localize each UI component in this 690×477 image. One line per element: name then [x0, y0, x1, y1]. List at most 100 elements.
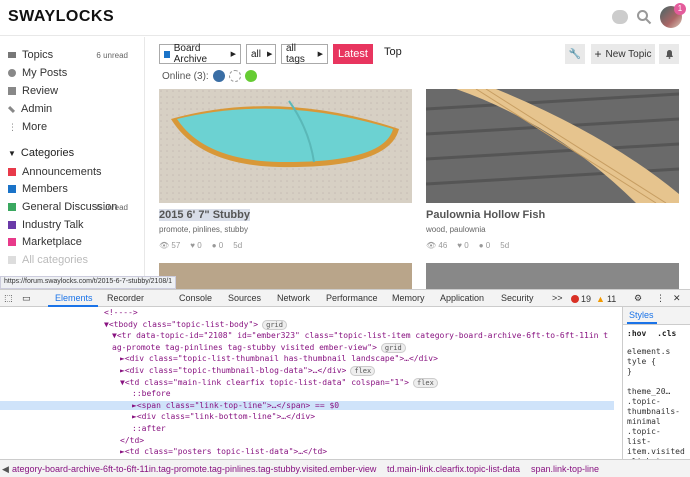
- dom-node-line[interactable]: ►<div class="topic-thumbnail-blog-data">…: [120, 366, 376, 376]
- tab-application[interactable]: Application: [440, 293, 484, 303]
- dom-node-line[interactable]: ▼<tr data-topic-id="2108" id="ember323" …: [112, 331, 608, 340]
- devtools-tabbar: ⬚ ▭ Elements Recorder Console Sources Ne…: [0, 289, 690, 307]
- dom-node-line[interactable]: ::after: [132, 424, 166, 433]
- sidebar-item-review[interactable]: Review: [8, 82, 138, 100]
- chat-icon[interactable]: [612, 10, 628, 24]
- likes-count: 0: [464, 241, 469, 250]
- layout-badge[interactable]: grid: [380, 342, 406, 353]
- tab-sources[interactable]: Sources: [228, 293, 261, 303]
- filter-all-dropdown[interactable]: all ▶: [246, 44, 276, 64]
- dom-node-line[interactable]: ag-promote tag-pinlines tag-stubby visit…: [112, 342, 406, 353]
- likes-stat: ♥ 0: [457, 241, 468, 250]
- topic-title[interactable]: Paulownia Hollow Fish: [426, 209, 545, 221]
- bell-icon[interactable]: [659, 44, 679, 64]
- tab-top[interactable]: Top: [384, 46, 402, 58]
- tab-styles[interactable]: Styles: [629, 310, 654, 320]
- wrench-icon[interactable]: 🔧: [565, 44, 585, 64]
- dom-breadcrumb: ◀ ategory-board-archive-6ft-to-6ft-11in.…: [0, 459, 690, 477]
- user-avatar[interactable]: [212, 70, 225, 82]
- tab-performance[interactable]: Performance: [326, 293, 378, 303]
- sidebar-item-more[interactable]: ⋮ More: [8, 118, 138, 136]
- sidebar-category-all[interactable]: All categories: [8, 251, 138, 269]
- layout-badge[interactable]: flex: [350, 366, 376, 376]
- topic-thumbnail[interactable]: [426, 263, 679, 289]
- sidebar-category-industry-talk[interactable]: Industry Talk: [8, 216, 138, 234]
- hov-toggle[interactable]: :hov: [627, 329, 646, 338]
- dom-node-line[interactable]: ▼<td class="main-link clearfix topic-lis…: [120, 377, 438, 388]
- error-icon: [571, 295, 579, 303]
- more-tabs-icon[interactable]: >>: [552, 293, 563, 303]
- sidebar-category-members[interactable]: Members: [8, 180, 138, 198]
- dom-node-line[interactable]: ►<td class="posters topic-list-data">…</…: [120, 447, 327, 456]
- breadcrumb-arrow-icon[interactable]: ◀: [2, 464, 9, 475]
- sidebar-category-general-discussion[interactable]: General Discussion 6 unread: [8, 198, 138, 216]
- breadcrumb-item[interactable]: ategory-board-archive-6ft-to-6ft-11in.ta…: [12, 464, 376, 474]
- bell-glyph: [665, 50, 673, 59]
- sidebar-categories-header[interactable]: ▼ Categories: [8, 147, 74, 159]
- sidebar-item-admin[interactable]: Admin: [7, 100, 138, 118]
- tab-elements[interactable]: Elements: [55, 293, 93, 303]
- user-avatar[interactable]: [244, 70, 257, 82]
- cls-toggle[interactable]: .cls: [657, 329, 676, 338]
- sidebar-item-label: More: [22, 121, 48, 133]
- layout-badge[interactable]: grid: [262, 319, 287, 330]
- dom-node-text: ►<td class="posters topic-list-data">…</…: [120, 447, 328, 457]
- dom-node-line[interactable]: ►<span class="link-top-line">…</span> ==…: [0, 400, 614, 410]
- dom-node-line[interactable]: ::before: [132, 389, 171, 398]
- search-icon[interactable]: [636, 9, 652, 25]
- topic-tags: promote, pinlines, stubby: [159, 225, 248, 234]
- replies-count: 0: [485, 241, 491, 250]
- layout-badge[interactable]: flex: [412, 377, 438, 388]
- category-color: [8, 203, 16, 211]
- inspect-icon[interactable]: ⬚: [4, 293, 13, 304]
- dom-node-line[interactable]: ▼<tbody class="topic-list-body"> grid: [104, 319, 287, 330]
- styles-pane: Styles :hov .cls element.s tyle {} theme_…: [622, 307, 690, 459]
- sidebar-category-marketplace[interactable]: Marketplace: [8, 233, 138, 251]
- breadcrumb-item[interactable]: td.main-link.clearfix.topic-list-data: [387, 464, 520, 474]
- issues-badge[interactable]: 19 ▲ 11: [571, 294, 616, 304]
- dom-node-line[interactable]: ►<div class="link-bottom-line">…</div>: [132, 412, 315, 421]
- new-topic-button[interactable]: + New Topic: [591, 44, 655, 64]
- user-avatar[interactable]: [228, 70, 241, 82]
- close-icon[interactable]: ✕: [673, 293, 681, 304]
- category-dropdown[interactable]: Board Archive ▶: [159, 43, 241, 65]
- tab-security[interactable]: Security: [501, 293, 534, 303]
- styles-rules: element.s tyle {} theme_20… .topic-thumbna…: [627, 347, 685, 459]
- topic-stats: 👁 57 ♥ 0 ● 0 5d: [159, 241, 242, 250]
- caret-right-icon: ▶: [267, 51, 273, 58]
- topic-thumbnail[interactable]: [426, 89, 679, 203]
- tab-memory[interactable]: Memory: [392, 293, 425, 303]
- sidebar-item-my-posts[interactable]: My Posts: [8, 64, 138, 82]
- error-count: 19: [581, 294, 592, 304]
- replies-count: 0: [218, 241, 224, 250]
- style-rule-line: element.s: [627, 347, 671, 356]
- unread-count: 6 unread: [96, 50, 128, 60]
- gear-icon[interactable]: ⚙: [634, 293, 642, 304]
- tab-latest[interactable]: Latest: [333, 44, 373, 64]
- topic-title[interactable]: 2015 6' 7" Stubby: [159, 209, 250, 221]
- dom-node-line[interactable]: ►<div class="topic-list-thumbnail has-th…: [120, 354, 438, 363]
- category-label: Members: [22, 183, 68, 195]
- sidebar-item-topics[interactable]: Topics 6 unread: [8, 46, 138, 64]
- kebab-menu-icon[interactable]: ⋮: [656, 293, 665, 304]
- views-stat: 👁 57: [159, 241, 180, 250]
- category-label: Industry Talk: [22, 219, 84, 231]
- tags-dropdown[interactable]: all tags ▶: [281, 43, 328, 65]
- breadcrumb-item[interactable]: span.link-top-line: [531, 464, 599, 474]
- device-toggle-icon[interactable]: ▭: [22, 293, 31, 304]
- replies-stat: ● 0: [212, 241, 224, 250]
- tab-network[interactable]: Network: [277, 293, 310, 303]
- category-label: Marketplace: [22, 236, 82, 248]
- site-logo[interactable]: SWAYLOCKS: [8, 8, 114, 26]
- chevron-down-icon: ▼: [8, 148, 16, 158]
- topic-thumbnail[interactable]: [159, 89, 412, 203]
- site-header: SWAYLOCKS 1: [0, 0, 690, 36]
- elements-tree[interactable]: <!----> ▼<tbody class="topic-list-body"> g…: [0, 307, 622, 459]
- tab-console[interactable]: Console: [179, 293, 212, 303]
- tab-recorder[interactable]: Recorder: [107, 293, 144, 303]
- topic-thumbnail[interactable]: [159, 263, 412, 289]
- dom-node-line[interactable]: </td>: [120, 436, 144, 445]
- sidebar-category-announcements[interactable]: Announcements: [8, 163, 138, 181]
- eye-icon: 👁: [159, 241, 172, 250]
- dom-node-line[interactable]: <!---->: [104, 308, 138, 317]
